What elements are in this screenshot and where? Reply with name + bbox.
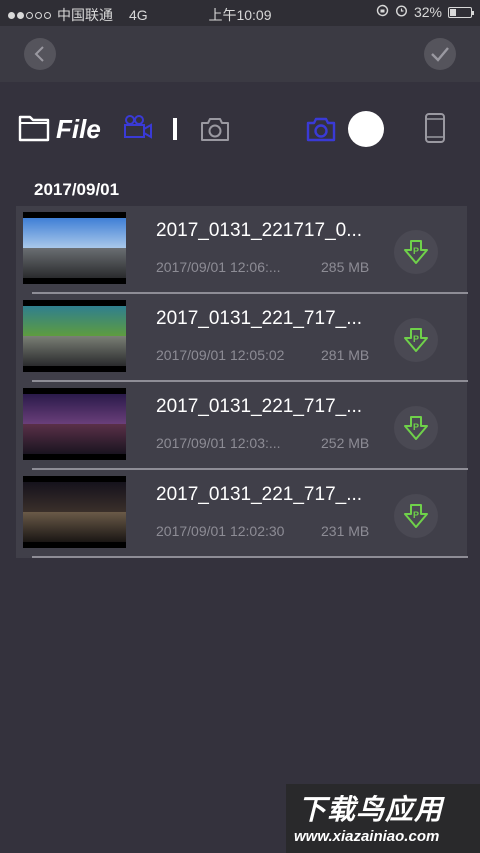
svg-text:P: P bbox=[413, 422, 419, 432]
camera-icon[interactable] bbox=[200, 116, 230, 142]
video-thumbnail bbox=[23, 212, 126, 284]
video-thumbnail bbox=[23, 300, 126, 372]
svg-text:P: P bbox=[413, 334, 419, 344]
video-thumbnail bbox=[23, 476, 126, 548]
file-size: 281 MB bbox=[321, 347, 370, 363]
file-row[interactable]: 2017_0131_221_717_... 2017/09/01 12:02:3… bbox=[16, 470, 468, 558]
status-right: 32% bbox=[376, 4, 474, 20]
confirm-button[interactable] bbox=[424, 38, 456, 70]
file-row[interactable]: 2017_0131_221717_0... 2017/09/01 12:06:.… bbox=[16, 206, 468, 294]
battery-icon bbox=[448, 6, 474, 18]
watermark-url: www.xiazainiao.com bbox=[294, 828, 440, 845]
svg-text:P: P bbox=[413, 246, 419, 256]
back-button[interactable] bbox=[24, 38, 56, 70]
camera-icon-active[interactable] bbox=[306, 116, 336, 142]
download-icon: P bbox=[404, 328, 428, 352]
chevron-left-icon bbox=[34, 46, 44, 62]
file-name: 2017_0131_221_717_... bbox=[156, 308, 363, 329]
page-title: File bbox=[56, 114, 101, 144]
navigation-bar bbox=[0, 26, 480, 82]
status-bar: 中国联通 4G 上午10:09 32% bbox=[0, 0, 480, 26]
alarm-icon bbox=[395, 4, 408, 20]
download-icon: P bbox=[404, 416, 428, 440]
folder-icon bbox=[18, 115, 50, 142]
svg-text:P: P bbox=[413, 510, 419, 520]
file-size: 231 MB bbox=[321, 523, 370, 539]
file-row[interactable]: 2017_0131_221_717_... 2017/09/01 12:05:0… bbox=[16, 294, 468, 382]
download-button[interactable]: P bbox=[394, 494, 438, 538]
media-toolbar: File bbox=[0, 104, 480, 152]
file-date: 2017/09/01 12:03:... bbox=[156, 435, 281, 451]
file-name: 2017_0131_221717_0... bbox=[156, 220, 363, 241]
video-camera-icon[interactable] bbox=[123, 114, 153, 140]
date-group-header: 2017/09/01 bbox=[34, 180, 120, 199]
battery-percent: 32% bbox=[413, 4, 442, 20]
file-size: 252 MB bbox=[321, 435, 370, 451]
download-button[interactable]: P bbox=[394, 318, 438, 362]
download-button[interactable]: P bbox=[394, 406, 438, 450]
file-date: 2017/09/01 12:06:... bbox=[156, 259, 281, 275]
file-row[interactable]: 2017_0131_221_717_... 2017/09/01 12:03:.… bbox=[16, 382, 468, 470]
file-date: 2017/09/01 12:05:02 bbox=[156, 347, 285, 363]
watermark-title: 下载鸟应用 bbox=[298, 794, 444, 825]
file-list: 2017_0131_221717_0... 2017/09/01 12:06:.… bbox=[16, 206, 468, 558]
file-name: 2017_0131_221_717_... bbox=[156, 484, 363, 505]
download-icon: P bbox=[404, 240, 428, 264]
download-button[interactable]: P bbox=[394, 230, 438, 274]
file-name: 2017_0131_221_717_... bbox=[156, 396, 363, 417]
file-size: 285 MB bbox=[321, 259, 370, 275]
toolbar-separator bbox=[173, 118, 177, 140]
watermark: 下载鸟应用 www.xiazainiao.com bbox=[286, 784, 480, 853]
row-divider bbox=[32, 556, 468, 558]
download-icon: P bbox=[404, 504, 428, 528]
orientation-lock-icon bbox=[376, 4, 389, 20]
file-date: 2017/09/01 12:02:30 bbox=[156, 523, 285, 539]
phone-icon[interactable] bbox=[424, 112, 446, 144]
record-dot-icon[interactable] bbox=[348, 111, 384, 147]
checkmark-icon bbox=[431, 47, 449, 62]
video-thumbnail bbox=[23, 388, 126, 460]
